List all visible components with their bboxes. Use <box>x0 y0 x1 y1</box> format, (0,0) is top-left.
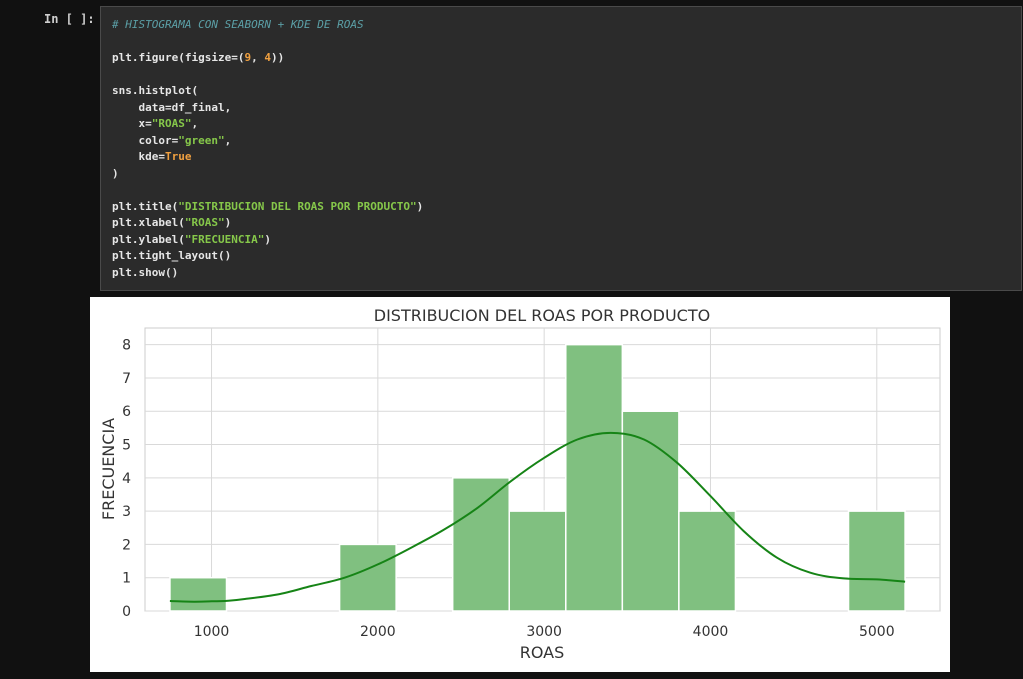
code-token: plt.ylabel( <box>112 232 185 246</box>
code-string: "ROAS" <box>184 216 225 229</box>
code-token: x= <box>112 117 152 130</box>
histogram-bar <box>621 410 680 612</box>
code-token: plt.figure(figsize=( <box>112 51 245 64</box>
code-token: plt.title( <box>112 199 179 213</box>
y-tick-label: 0 <box>122 604 131 620</box>
code-tight-layout-line: plt.tight_layout() <box>112 249 232 262</box>
histogram-bar <box>508 510 567 612</box>
y-tick-label: 1 <box>122 571 131 587</box>
x-tick-label: 5000 <box>859 624 895 640</box>
code-token: kde= <box>112 150 165 163</box>
code-ylabel-line: plt.ylabel("FRECUENCIA") <box>112 232 423 249</box>
code-show-line: plt.show() <box>112 265 179 279</box>
x-tick-label: 1000 <box>194 624 230 640</box>
histogram-bar <box>847 510 906 612</box>
code-cell[interactable]: # HISTOGRAMA CON SEABORN + KDE DE ROAS p… <box>100 6 1022 291</box>
code-keyword: True <box>164 150 192 163</box>
x-tick-label: 4000 <box>693 624 729 640</box>
histogram-bar <box>169 576 228 612</box>
y-tick-label: 7 <box>122 371 131 387</box>
code-token: plt.xlabel( <box>112 216 185 229</box>
code-title-line: plt.title("DISTRIBUCION DEL ROAS POR PRO… <box>112 199 423 216</box>
cell-prompt: In [ ]: <box>44 12 95 26</box>
histogram-bar <box>451 477 510 612</box>
code-token: )) <box>270 51 285 64</box>
code-token: , <box>224 133 232 147</box>
code-token: ) <box>264 232 271 246</box>
code-x-arg: x="ROAS", <box>112 116 423 133</box>
code-string: "green" <box>178 133 225 147</box>
x-tick-label: 2000 <box>360 624 396 640</box>
code-string: "DISTRIBUCION DEL ROAS POR PRODUCTO" <box>178 199 417 213</box>
y-tick-labels: 0 1 2 3 4 5 6 7 8 <box>122 338 131 620</box>
code-string: "ROAS" <box>151 117 192 130</box>
x-tick-label: 3000 <box>526 624 562 640</box>
code-token: , <box>191 117 199 130</box>
code-number: 4 <box>264 51 271 64</box>
x-axis-label: ROAS <box>520 643 565 662</box>
y-tick-label: 8 <box>122 338 131 354</box>
y-axis-label: FRECUENCIA <box>99 418 118 520</box>
code-token: , <box>251 51 265 64</box>
code-histplot-open: sns.histplot( <box>112 84 199 97</box>
y-tick-label: 3 <box>122 504 131 520</box>
code-token: ) <box>416 199 424 213</box>
code-kde-arg: kde=True <box>112 149 423 166</box>
histogram-bar <box>678 510 737 612</box>
histogram-bar <box>565 343 624 612</box>
code-token: ) <box>224 216 232 229</box>
code-histplot-close: ) <box>112 166 119 180</box>
code-editor[interactable]: # HISTOGRAMA CON SEABORN + KDE DE ROAS p… <box>112 17 423 281</box>
y-tick-label: 2 <box>122 537 131 553</box>
histogram-bar <box>338 543 397 612</box>
y-tick-label: 4 <box>122 471 131 487</box>
code-xlabel-line: plt.xlabel("ROAS") <box>112 215 423 232</box>
code-data-arg: data=df_final, <box>112 100 232 114</box>
code-color-arg: color="green", <box>112 133 423 150</box>
cell-output: 0 1 2 3 4 5 6 7 8 1000 2000 3000 4000 5000 DISTRIBUC… <box>90 297 950 672</box>
chart-title: DISTRIBUCION DEL ROAS POR PRODUCTO <box>374 306 710 325</box>
y-tick-label: 6 <box>122 404 131 420</box>
code-string: "FRECUENCIA" <box>184 232 265 246</box>
y-tick-label: 5 <box>122 438 131 454</box>
code-comment: # HISTOGRAMA CON SEABORN + KDE DE ROAS <box>112 18 364 31</box>
x-tick-labels: 1000 2000 3000 4000 5000 <box>194 624 895 640</box>
code-token: color= <box>112 133 179 147</box>
histogram-chart: 0 1 2 3 4 5 6 7 8 1000 2000 3000 4000 5000 DISTRIBUC… <box>99 306 941 662</box>
code-figure-line: plt.figure(figsize=(9, 4)) <box>112 50 423 67</box>
